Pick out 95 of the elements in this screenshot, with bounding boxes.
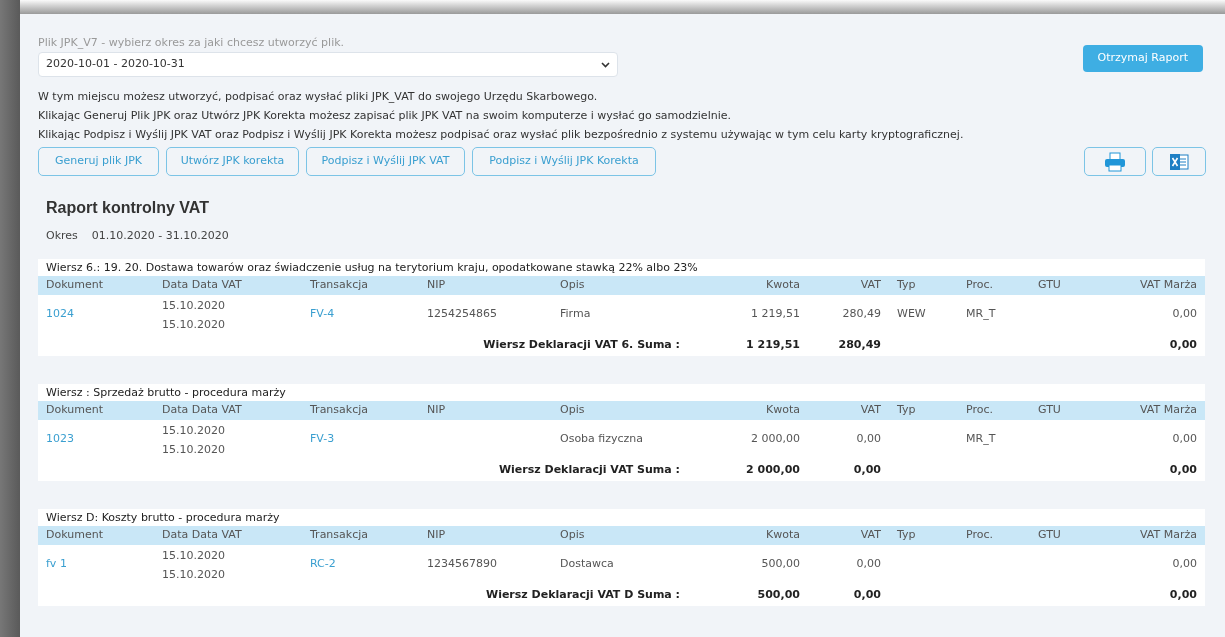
summary-value: 280,49 xyxy=(838,337,881,351)
column-header: Opis xyxy=(559,401,586,418)
table-cell: 280,49 xyxy=(842,307,881,321)
column-header: Kwota xyxy=(765,401,801,418)
printer-icon xyxy=(1104,151,1126,172)
column-header: VAT Marża xyxy=(1139,276,1198,293)
report-button[interactable]: Otrzymaj Raport xyxy=(1082,45,1203,72)
table-cell: 1234567890 xyxy=(427,557,497,571)
document-link[interactable]: 1023 xyxy=(46,432,74,446)
table-cell: 0,00 xyxy=(1172,557,1197,571)
summary-value: 0,00 xyxy=(1169,337,1197,351)
column-header: Dokument xyxy=(45,276,104,293)
transaction-link[interactable]: FV-4 xyxy=(310,307,335,321)
summary-value: 2 000,00 xyxy=(746,462,800,476)
column-header: Opis xyxy=(559,526,586,543)
period-value: 01.10.2020 - 31.10.2020 xyxy=(91,228,229,244)
action-button[interactable]: Utwórz JPK korekta xyxy=(166,147,299,176)
document-link[interactable]: fv 1 xyxy=(46,557,67,571)
table-cell: MR_T xyxy=(966,307,996,321)
date-text: 15.10.2020 xyxy=(162,316,226,333)
date-text: 15.10.2020 xyxy=(162,422,226,439)
summary-value: 0,00 xyxy=(853,587,881,601)
table-cell: Dostawca xyxy=(560,557,614,571)
column-header: GTU xyxy=(1037,401,1062,418)
table-cell: 0,00 xyxy=(1172,432,1197,446)
field-label: Plik JPK_V7 - wybierz okres za jaki chcesz utworzyć plik. xyxy=(38,36,346,50)
summary-label: Wiersz Deklaracji VAT Suma : xyxy=(498,462,680,476)
summary-label: Wiersz Deklaracji VAT D Suma : xyxy=(486,587,680,601)
report-title: Raport kontrolny VAT xyxy=(46,198,210,218)
column-header: Data Data VAT xyxy=(161,526,243,543)
column-header: Opis xyxy=(559,276,586,293)
table-cell: 0,00 xyxy=(856,557,881,571)
info-text: Klikając Podpisz i Wyślij JPK VAT oraz Podpisz i Wyślij JPK Korekta możesz podpisać oraz wysłać plik bezpośrednio z systemu używając w tym celu karty kryptograficznej. xyxy=(38,127,965,142)
summary-value: 0,00 xyxy=(1169,587,1197,601)
column-header: Transakcja xyxy=(309,526,370,543)
column-header: Typ xyxy=(896,401,917,418)
column-header: Transakcja xyxy=(309,276,370,293)
summary-value: 1 219,51 xyxy=(746,337,800,351)
column-header: Data Data VAT xyxy=(161,401,243,418)
period-label: Okres xyxy=(46,228,78,244)
table-cell: 2 000,00 xyxy=(751,432,800,446)
column-header: VAT xyxy=(859,401,882,418)
date-text: 15.10.2020 xyxy=(162,297,226,314)
table-cell: 0,00 xyxy=(856,432,881,446)
column-header: NIP xyxy=(426,526,447,543)
column-header: Typ xyxy=(896,526,917,543)
column-header: GTU xyxy=(1037,276,1062,293)
transaction-link[interactable]: FV-3 xyxy=(310,432,335,446)
summary-value: 0,00 xyxy=(1169,462,1197,476)
table-cell: MR_T xyxy=(966,432,996,446)
table-cell: WEW xyxy=(897,307,926,321)
table-cell: Osoba fizyczna xyxy=(560,432,644,446)
date-text: 15.10.2020 xyxy=(162,441,226,458)
summary-value: 0,00 xyxy=(853,462,881,476)
action-button[interactable]: Podpisz i Wyślij JPK Korekta xyxy=(472,147,656,176)
summary-value: 500,00 xyxy=(757,587,800,601)
column-header: VAT Marża xyxy=(1139,526,1198,543)
column-header: Typ xyxy=(896,276,917,293)
chevron-down-icon xyxy=(601,61,610,68)
date-text: 15.10.2020 xyxy=(162,547,226,564)
action-button[interactable]: Podpisz i Wyślij JPK VAT xyxy=(306,147,465,176)
column-header: Data Data VAT xyxy=(161,276,243,293)
table-cell: 1254254865 xyxy=(427,307,497,321)
transaction-link[interactable]: RC-2 xyxy=(310,557,336,571)
column-header: Dokument xyxy=(45,526,104,543)
column-header: Dokument xyxy=(45,401,104,418)
spreadsheet-icon xyxy=(1169,152,1189,171)
document-link[interactable]: 1024 xyxy=(46,307,74,321)
column-header: Kwota xyxy=(765,526,801,543)
excel-button[interactable] xyxy=(1152,147,1206,176)
summary-label: Wiersz Deklaracji VAT 6. Suma : xyxy=(483,337,680,351)
column-header: Proc. xyxy=(965,401,994,418)
column-header: VAT xyxy=(859,526,882,543)
column-header: NIP xyxy=(426,401,447,418)
table-cell: 0,00 xyxy=(1172,307,1197,321)
table-cell: 1 219,51 xyxy=(751,307,800,321)
column-header: Transakcja xyxy=(309,401,370,418)
column-header: NIP xyxy=(426,276,447,293)
column-header: Proc. xyxy=(965,526,994,543)
column-header: Proc. xyxy=(965,276,994,293)
section-title: Wiersz : Sprzedaż brutto - procedura marży xyxy=(38,383,1205,401)
column-header: GTU xyxy=(1037,526,1062,543)
print-button[interactable] xyxy=(1084,147,1146,176)
info-text: Klikając Generuj Plik JPK oraz Utwórz JPK Korekta możesz zapisać plik JPK VAT na swoim komputerze i wysłać go samodzielnie. xyxy=(38,108,732,123)
date-text: 15.10.2020 xyxy=(162,566,226,583)
section-title: Wiersz D: Koszty brutto - procedura marży xyxy=(38,508,1205,526)
table-cell: Firma xyxy=(560,307,591,321)
table-cell: 500,00 xyxy=(761,557,800,571)
period-select[interactable]: 2020-10-01 - 2020-10-31 xyxy=(38,52,618,77)
column-header: Kwota xyxy=(765,276,801,293)
info-text: W tym miejscu możesz utworzyć, podpisać oraz wysłać pliki JPK_VAT do swojego Urzędu Skarbowego. xyxy=(38,89,599,104)
section-title: Wiersz 6.: 19. 20. Dostawa towarów oraz świadczenie usług na terytorium kraju, opodatkowane stawką 22% albo 23% xyxy=(38,258,1205,276)
column-header: VAT Marża xyxy=(1139,401,1198,418)
action-button[interactable]: Generuj plik JPK xyxy=(38,147,159,176)
column-header: VAT xyxy=(859,276,882,293)
